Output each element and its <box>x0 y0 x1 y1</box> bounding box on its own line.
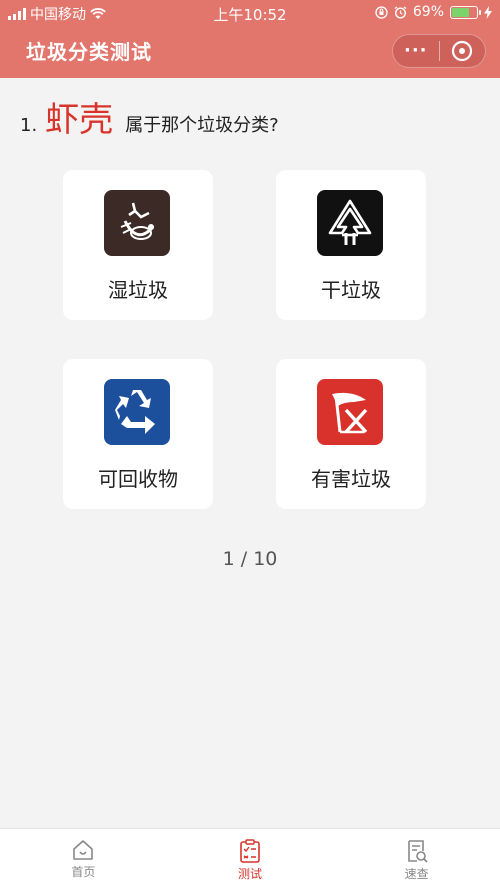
more-button[interactable]: ··· <box>393 36 439 66</box>
recycle-icon <box>104 379 170 445</box>
tab-quick-search[interactable]: 速查 <box>333 829 500 888</box>
option-label: 干垃圾 <box>321 278 381 302</box>
close-target-icon <box>452 40 473 62</box>
page-title: 垃圾分类测试 <box>26 40 152 64</box>
question-item: 虾壳 <box>45 100 114 140</box>
hazardous-waste-icon <box>317 379 383 445</box>
tab-test[interactable]: 测试 <box>167 829 334 888</box>
home-icon <box>73 840 94 860</box>
question-text: 属于那个垃圾分类? <box>125 115 279 136</box>
tab-label: 首页 <box>71 865 96 879</box>
option-label: 有害垃圾 <box>311 467 391 491</box>
tab-home[interactable]: 首页 <box>0 829 167 888</box>
question-progress: 1 / 10 <box>222 548 278 570</box>
test-clipboard-icon <box>240 839 260 863</box>
charging-icon <box>484 5 492 19</box>
question: 1. 虾壳 属于那个垃圾分类? <box>20 92 279 141</box>
battery-percent: 69% <box>412 4 444 20</box>
option-label: 湿垃圾 <box>108 278 168 302</box>
tab-label: 速查 <box>404 867 429 881</box>
alarm-icon <box>394 5 407 19</box>
orientation-lock-icon <box>375 5 388 19</box>
tab-bar: 首页 测试 速查 <box>0 828 500 888</box>
option-wet-waste[interactable]: 湿垃圾 <box>63 170 213 320</box>
tab-label: 测试 <box>238 867 263 881</box>
dry-waste-icon <box>317 190 383 256</box>
option-dry-waste[interactable]: 干垃圾 <box>276 170 426 320</box>
mini-program-capsule: ··· <box>392 34 486 68</box>
close-mini-program-button[interactable] <box>439 40 485 62</box>
option-hazardous-waste[interactable]: 有害垃圾 <box>276 359 426 509</box>
quick-search-icon <box>407 840 428 863</box>
battery-icon <box>450 5 481 19</box>
option-recyclable[interactable]: 可回收物 <box>63 359 213 509</box>
wet-waste-icon <box>104 190 170 256</box>
header: 中国移动 上午10:52 69% 垃圾分类测试 ··· <box>0 0 500 78</box>
option-label: 可回收物 <box>98 467 178 491</box>
question-number: 1. <box>20 115 38 136</box>
status-bar: 中国移动 上午10:52 69% <box>0 0 500 26</box>
